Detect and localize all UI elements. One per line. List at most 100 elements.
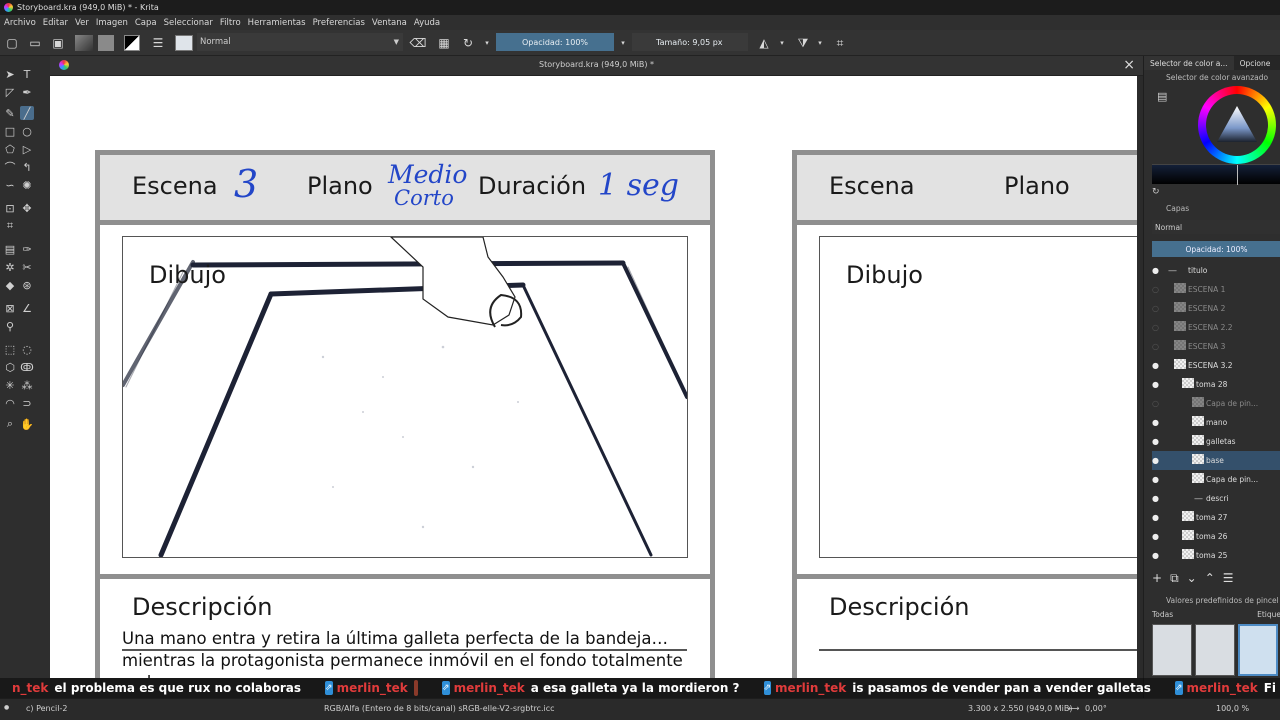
menu-herramientas[interactable]: Herramientas — [248, 18, 306, 28]
eye-icon[interactable]: ● — [1152, 513, 1162, 522]
layer-row[interactable]: ○ Capa de pin... — [1152, 394, 1280, 413]
layer-row-selected[interactable]: ● base — [1152, 451, 1280, 470]
eye-icon[interactable]: ● — [1152, 475, 1162, 484]
brush-preset-thumbnail-selected[interactable] — [1238, 624, 1278, 676]
opacity-slider[interactable]: Opacidad: 100% — [496, 33, 614, 51]
layer-row[interactable]: ● toma 26 — [1152, 527, 1280, 546]
mirror-vertical-icon[interactable]: ⧩ — [794, 35, 812, 51]
eye-icon[interactable]: ● — [1152, 494, 1162, 503]
select-shapes-tool-icon[interactable]: ➤ — [3, 67, 17, 81]
layer-row[interactable]: ● toma 25 — [1152, 546, 1280, 565]
eraser-icon[interactable]: ⌫ — [410, 35, 427, 51]
rect-select-tool-icon[interactable]: ⬚ — [3, 342, 17, 356]
layers-blend-select[interactable]: Normal — [1152, 220, 1280, 234]
menu-archivo[interactable]: Archivo — [4, 18, 36, 28]
layer-row[interactable]: ○ ESCENA 2.2 — [1152, 318, 1280, 337]
reload-preset-icon[interactable]: ↻ — [460, 35, 476, 51]
new-document-icon[interactable]: ▢ — [5, 35, 19, 51]
gradient-preset-icon[interactable] — [74, 35, 94, 51]
transform-tool-icon[interactable]: ⊡ — [3, 201, 17, 215]
menu-editar[interactable]: Editar — [43, 18, 68, 28]
assistant-tool-icon[interactable]: ⊠ — [3, 301, 17, 315]
tab-options[interactable]: Opcione — [1234, 56, 1277, 70]
pattern-preset-icon[interactable] — [97, 35, 115, 51]
gradient-tool-icon[interactable]: ▤ — [3, 242, 17, 256]
layers-opacity-slider[interactable]: Opacidad: 100% — [1152, 241, 1280, 257]
polygon-tool-icon[interactable]: ⬠ — [3, 142, 17, 156]
pattern-edit-tool-icon[interactable]: ⊛ — [20, 278, 34, 292]
layer-row[interactable]: ● Capa de pin... — [1152, 470, 1280, 489]
menu-capa[interactable]: Capa — [135, 18, 157, 28]
reference-tool-icon[interactable]: ⚲ — [3, 319, 17, 333]
menu-ver[interactable]: Ver — [75, 18, 89, 28]
rectangle-tool-icon[interactable]: □ — [3, 124, 17, 138]
magnetic-select-tool-icon[interactable]: ⊃ — [20, 396, 34, 410]
freehand-path-tool-icon[interactable]: ↰ — [20, 160, 34, 174]
crop-wrap-icon[interactable]: ⌗ — [831, 35, 849, 51]
contiguous-select-tool-icon[interactable]: ✳ — [3, 378, 17, 392]
color-triangle[interactable] — [1217, 106, 1257, 142]
measure-tool-icon[interactable]: ∠ — [20, 301, 34, 315]
brush-tag-value[interactable]: Etique — [1257, 610, 1280, 619]
eye-icon[interactable]: ● — [1152, 532, 1162, 541]
brush-settings-icon[interactable]: ☰ — [150, 35, 166, 51]
eye-icon[interactable]: ● — [1152, 266, 1162, 275]
edit-shapes-tool-icon[interactable]: ◸ — [3, 85, 17, 99]
reload-dropdown-icon[interactable]: ▾ — [482, 35, 492, 51]
close-document-icon[interactable]: × — [1123, 57, 1135, 73]
line-tool-icon[interactable]: ╱ — [20, 106, 34, 120]
freehand-brush-tool-icon[interactable]: ✎ — [3, 106, 17, 120]
pan-tool-icon[interactable]: ✋ — [20, 417, 34, 431]
menu-ventana[interactable]: Ventana — [372, 18, 407, 28]
polygon-select-tool-icon[interactable]: ⬡ — [3, 360, 17, 374]
calligraphy-tool-icon[interactable]: ✒ — [20, 85, 34, 99]
eye-icon[interactable]: ○ — [1152, 285, 1162, 294]
refresh-color-icon[interactable]: ↻ — [1152, 187, 1160, 197]
brush-preset-thumbnail[interactable] — [1152, 624, 1192, 676]
eye-icon[interactable]: ● — [1152, 456, 1162, 465]
layer-row[interactable]: ● toma 28 — [1152, 375, 1280, 394]
ellipse-select-tool-icon[interactable]: ◌ — [20, 342, 34, 356]
layer-row[interactable]: ● — titulo — [1152, 261, 1280, 280]
document-tab-title[interactable]: Storyboard.kra (949,0 MiB) * — [50, 60, 1143, 69]
brush-preset-icon[interactable] — [174, 35, 194, 51]
status-rotation[interactable]: 0,00° — [1085, 704, 1107, 713]
eye-icon[interactable]: ○ — [1152, 323, 1162, 332]
layer-row[interactable]: ● ESCENA 3.2 — [1152, 356, 1280, 375]
polyline-tool-icon[interactable]: ▷ — [20, 142, 34, 156]
layer-row[interactable]: ○ ESCENA 3 — [1152, 337, 1280, 356]
tab-color-selector[interactable]: Selector de color a... — [1144, 56, 1234, 70]
zoom-tool-icon[interactable]: ⌕ — [3, 417, 17, 431]
open-document-icon[interactable]: ▭ — [27, 35, 43, 51]
color-gradient-bar[interactable] — [1152, 164, 1280, 185]
color-wheel[interactable] — [1198, 86, 1276, 164]
freehand-select-tool-icon[interactable]: ↂ — [20, 360, 34, 374]
eye-icon[interactable]: ● — [1152, 551, 1162, 560]
brush-preset-thumbnail[interactable] — [1195, 624, 1235, 676]
save-document-icon[interactable]: ▣ — [50, 35, 66, 51]
status-color-space[interactable]: RGB/Alfa (Entero de 8 bits/canal) sRGB-e… — [324, 704, 555, 713]
layer-row[interactable]: ● toma 27 — [1152, 508, 1280, 527]
eye-icon[interactable]: ● — [1152, 361, 1162, 370]
layer-row[interactable]: ● mano — [1152, 413, 1280, 432]
menu-preferencias[interactable]: Preferencias — [313, 18, 365, 28]
menu-seleccionar[interactable]: Seleccionar — [164, 18, 213, 28]
bezier-tool-icon[interactable]: ⌒ — [3, 160, 17, 174]
color-settings-icon[interactable]: ▤ — [1157, 90, 1167, 103]
eye-icon[interactable]: ○ — [1152, 304, 1162, 313]
eye-icon[interactable]: ● — [1152, 418, 1162, 427]
mirror-v-dropdown-icon[interactable]: ▾ — [815, 35, 825, 51]
status-zoom[interactable]: 100,0 % — [1216, 704, 1249, 713]
brush-filter-value[interactable]: Todas — [1152, 610, 1173, 619]
multibrush-tool-icon[interactable]: ✺ — [20, 178, 34, 192]
move-layer-up-icon[interactable]: ⌃ — [1205, 571, 1215, 585]
add-layer-icon[interactable]: + — [1152, 571, 1162, 585]
colorize-mask-tool-icon[interactable]: ✲ — [3, 260, 17, 274]
dynamic-brush-tool-icon[interactable]: ∽ — [3, 178, 17, 192]
alpha-lock-icon[interactable]: ▦ — [436, 35, 452, 51]
duplicate-layer-icon[interactable]: ⧉ — [1170, 571, 1179, 586]
color-swap-icon[interactable] — [122, 35, 142, 51]
menu-imagen[interactable]: Imagen — [96, 18, 128, 28]
menu-filtro[interactable]: Filtro — [220, 18, 241, 28]
crop-tool-icon[interactable]: ⌗ — [3, 219, 17, 233]
